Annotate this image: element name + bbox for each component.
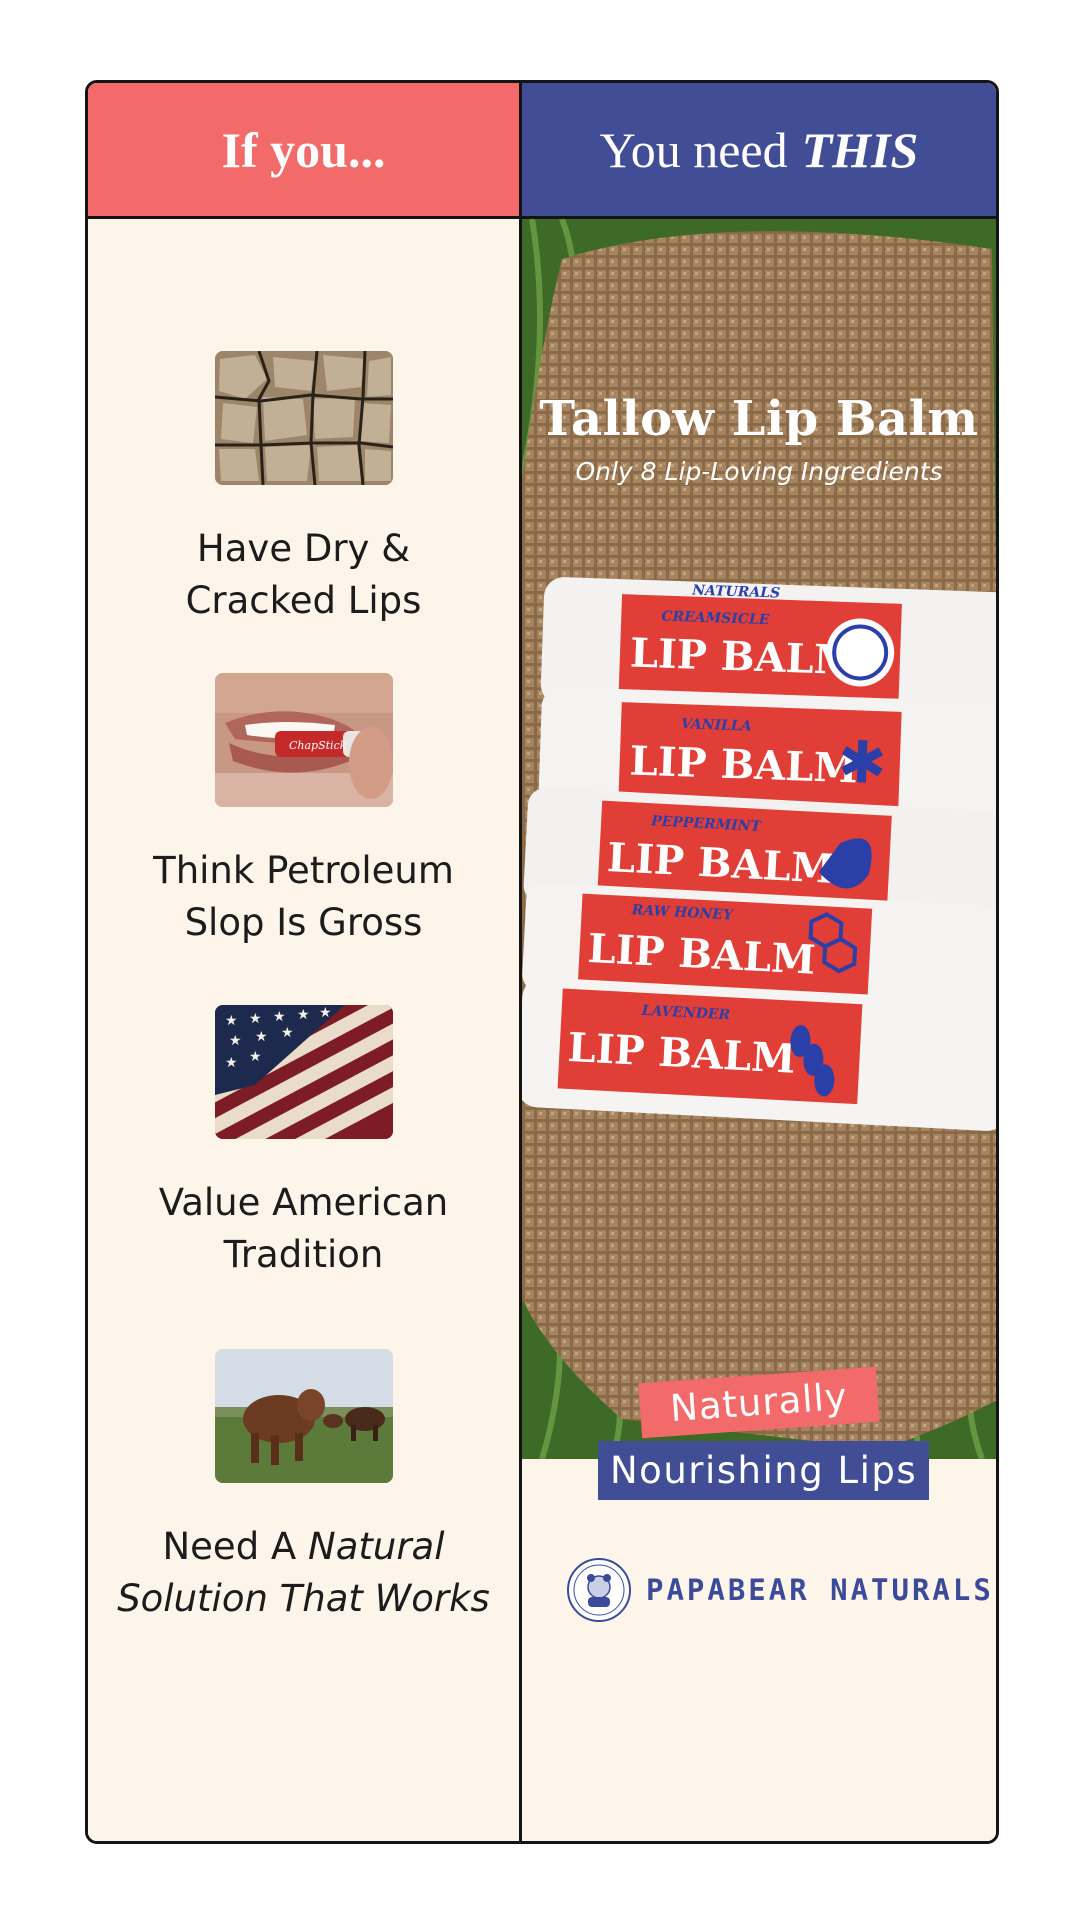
cattle-field-image [214,1349,393,1483]
item-line-normal: Need A [162,1525,309,1568]
comparison-card: If you... Have Dry & Cracked Lips ChapSt… [85,80,999,1844]
stick-label: LIP BALM [629,737,859,792]
tube-brand-text: ChapStick [289,739,347,752]
stick-label: LIP BALM [629,629,859,684]
list-item: Need A Natural Solution That Works [88,1349,519,1625]
item-line: Have Dry & [196,527,411,570]
product-photo: CREAMSICLE LIP BALM NATURALS VANILLA LIP… [522,219,996,1459]
item-line-italic: Solution That Works [117,1577,490,1620]
right-header-title: You need [599,121,788,178]
left-header-title: If you... [221,121,386,178]
item-line: Cracked Lips [185,579,422,622]
product-subtitle: Only 8 Lip-Loving Ingredients [575,457,943,486]
tagline-line2: Nourishing Lips [598,1441,930,1500]
svg-text:★: ★ [225,1054,238,1070]
bear-badge-icon [567,1558,631,1622]
svg-text:★: ★ [249,1010,262,1026]
brand-name: PAPABEAR NATURALS [646,1573,994,1607]
svg-text:★: ★ [249,1048,262,1064]
left-header: If you... [88,83,519,219]
cracked-earth-image [214,351,393,485]
american-flag-image: ★ ★ ★ ★ ★ ★ ★ ★ ★ ★ [214,1005,393,1139]
list-item: Have Dry & Cracked Lips [88,351,519,627]
list-item: ChapStick Think Petroleum Slop Is Gross [88,673,519,949]
item-text: Value American Tradition [88,1177,519,1281]
product-title: Tallow Lip Balm [539,391,979,447]
left-column: If you... Have Dry & Cracked Lips ChapSt… [88,83,522,1841]
item-text: Think Petroleum Slop Is Gross [88,845,519,949]
brand-footer: PAPABEAR NATURALS [566,1557,994,1623]
item-line: Need A Natural [88,1521,519,1573]
item-line: Slop Is Gross [184,901,423,944]
svg-text:★: ★ [225,1012,238,1028]
svg-text:★: ★ [273,1008,286,1024]
right-header-emphasis: THIS [801,121,919,178]
stick-brand-text: NATURALS [691,583,780,602]
svg-text:★: ★ [229,1032,242,1048]
svg-text:★: ★ [297,1006,310,1022]
svg-text:★: ★ [255,1028,268,1044]
item-line: Value American [158,1181,449,1224]
svg-text:★: ★ [319,1005,332,1020]
chapstick-lips-image: ChapStick [214,673,393,807]
item-line-italic: Natural [308,1525,445,1568]
vanilla-flower-icon: ✱ [837,730,888,797]
item-line: Tradition [223,1233,384,1276]
stick-flavor: VANILLA [681,716,752,734]
item-text: Need A Natural Solution That Works [88,1521,519,1625]
list-item: ★ ★ ★ ★ ★ ★ ★ ★ ★ ★ Value American Tradi… [88,1005,519,1281]
item-text: Have Dry & Cracked Lips [88,523,519,627]
right-header: You need THIS [522,83,996,219]
svg-text:★: ★ [281,1024,294,1040]
item-line: Think Petroleum [153,849,454,892]
right-column: You need THIS CREAMSICLE LIP BALM NATURA… [522,83,996,1841]
